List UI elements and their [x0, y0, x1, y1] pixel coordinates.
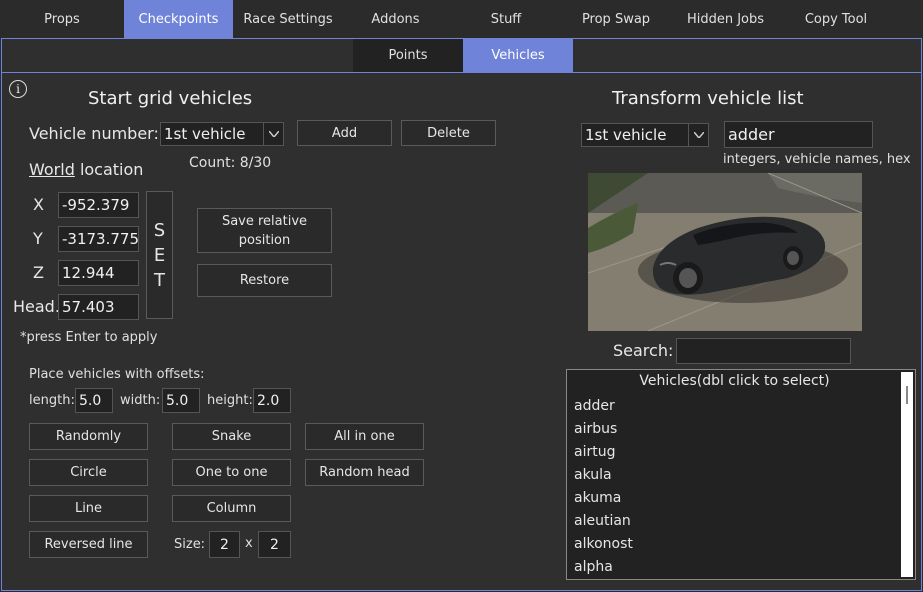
- tab-copy-tool[interactable]: Copy Tool: [783, 0, 889, 38]
- start-grid-title: Start grid vehicles: [88, 88, 253, 109]
- list-item[interactable]: alpha: [574, 559, 613, 575]
- enter-hint: *press Enter to apply: [20, 330, 158, 345]
- chevron-down-icon: [263, 123, 283, 145]
- tab-points[interactable]: Points: [353, 39, 463, 72]
- location-text: location: [74, 160, 144, 179]
- info-icon[interactable]: i: [9, 80, 27, 98]
- size-x-separator: x: [245, 536, 253, 551]
- reversed-line-button[interactable]: Reversed line: [29, 531, 148, 558]
- save-relative-position-button[interactable]: Save relative position: [197, 208, 332, 253]
- top-tab-bar: Props Checkpoints Race Settings Addons S…: [0, 0, 923, 38]
- set-letter-s: S: [153, 219, 166, 241]
- y-label: Y: [33, 229, 43, 248]
- list-item[interactable]: aleutian: [574, 513, 631, 529]
- line-button[interactable]: Line: [29, 495, 148, 522]
- search-input[interactable]: [676, 338, 851, 364]
- size-a-field[interactable]: 2: [209, 531, 240, 558]
- scrollbar-thumb[interactable]: [906, 386, 908, 404]
- vehicle-list[interactable]: Vehicles(dbl click to select) adder airb…: [566, 369, 916, 580]
- vehicle-number-value: 1st vehicle: [164, 125, 246, 143]
- count-text: Count: 8/30: [189, 155, 272, 171]
- tab-prop-swap[interactable]: Prop Swap: [564, 0, 668, 38]
- transform-list-title: Transform vehicle list: [612, 88, 804, 109]
- random-head-button[interactable]: Random head: [305, 459, 424, 486]
- offsets-label: Place vehicles with offsets:: [29, 367, 205, 382]
- list-item[interactable]: airbus: [574, 421, 617, 437]
- sub-tab-bar: Points Vehicles: [353, 39, 573, 72]
- x-label: X: [33, 195, 44, 214]
- column-button[interactable]: Column: [172, 495, 291, 522]
- transform-vehicle-select[interactable]: 1st vehicle: [581, 123, 709, 147]
- vehicle-preview-image: [588, 173, 862, 331]
- tab-stuff[interactable]: Stuff: [448, 0, 564, 38]
- vehicle-number-select[interactable]: 1st vehicle: [160, 122, 284, 146]
- height-label: height:: [207, 393, 253, 408]
- tab-props[interactable]: Props: [0, 0, 124, 38]
- width-label: width:: [120, 393, 161, 408]
- tab-race-settings[interactable]: Race Settings: [233, 0, 343, 38]
- list-item[interactable]: airtug: [574, 444, 615, 460]
- vehicle-number-label: Vehicle number:: [29, 124, 159, 143]
- world-location-label: World location: [29, 160, 143, 179]
- model-hint: integers, vehicle names, hex: [723, 152, 911, 167]
- restore-button[interactable]: Restore: [197, 264, 332, 297]
- y-field[interactable]: -3173.775: [58, 226, 139, 252]
- tab-addons[interactable]: Addons: [343, 0, 448, 38]
- vehicle-list-scrollbar[interactable]: [901, 372, 913, 577]
- set-letter-e: E: [153, 244, 166, 266]
- x-field[interactable]: -952.379: [58, 192, 139, 218]
- chevron-down-icon: [688, 124, 708, 146]
- size-b-field[interactable]: 2: [258, 531, 291, 558]
- search-label: Search:: [613, 341, 674, 360]
- vehicle-list-header: Vehicles(dbl click to select): [639, 373, 830, 389]
- z-field[interactable]: 12.944: [58, 260, 139, 286]
- circle-button[interactable]: Circle: [29, 459, 148, 486]
- z-label: Z: [33, 263, 44, 282]
- set-letter-t: T: [154, 269, 165, 291]
- vehicle-model-input[interactable]: adder: [724, 121, 873, 148]
- transform-vehicle-value: 1st vehicle: [585, 126, 667, 144]
- length-label: length:: [29, 393, 75, 408]
- width-field[interactable]: 5.0: [162, 388, 200, 413]
- all-in-one-button[interactable]: All in one: [305, 423, 424, 450]
- heading-field[interactable]: 57.403: [58, 294, 139, 320]
- delete-vehicle-button[interactable]: Delete: [401, 120, 496, 146]
- list-item[interactable]: akula: [574, 467, 612, 483]
- add-vehicle-button[interactable]: Add: [297, 120, 392, 146]
- heading-label: Head.: [13, 297, 60, 316]
- one-to-one-button[interactable]: One to one: [172, 459, 291, 486]
- world-link[interactable]: World: [29, 160, 75, 179]
- list-item[interactable]: alkonost: [574, 536, 633, 552]
- tab-vehicles[interactable]: Vehicles: [463, 39, 573, 72]
- tab-hidden-jobs[interactable]: Hidden Jobs: [668, 0, 783, 38]
- height-field[interactable]: 2.0: [253, 388, 291, 413]
- size-label: Size:: [174, 537, 206, 552]
- tab-checkpoints[interactable]: Checkpoints: [124, 0, 233, 38]
- length-field[interactable]: 5.0: [75, 388, 113, 413]
- list-item[interactable]: adder: [574, 398, 615, 414]
- list-item[interactable]: akuma: [574, 490, 621, 506]
- snake-button[interactable]: Snake: [172, 423, 291, 450]
- set-button[interactable]: S E T: [146, 191, 173, 319]
- randomly-button[interactable]: Randomly: [29, 423, 148, 450]
